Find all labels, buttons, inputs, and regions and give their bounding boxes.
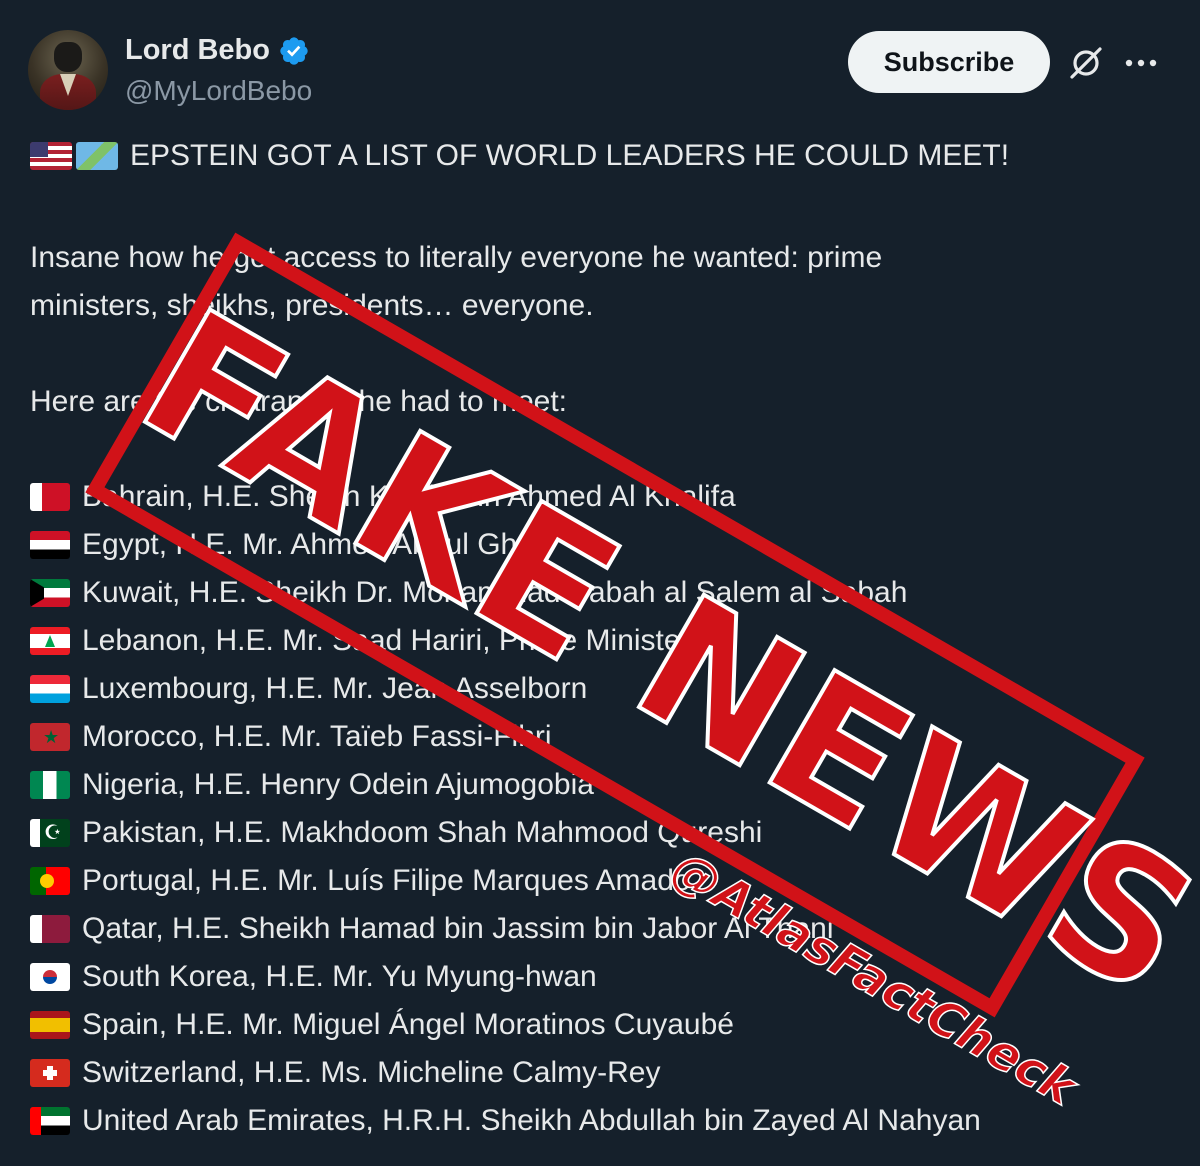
list-item: Egypt, H.E. Mr. Ahmed Aboul Gheit xyxy=(30,521,981,569)
list-item: Bahrain, H.E. Sheikh Khalid bin Ahmed Al… xyxy=(30,473,981,521)
post-paragraph-2: Here are the clearances he had to meet: xyxy=(30,385,567,418)
luxembourg-flag-icon xyxy=(30,675,70,703)
post-paragraph-1-line-2: ministers, sheikhs, presidents… everyone… xyxy=(30,289,594,322)
egypt-flag-icon xyxy=(30,531,70,559)
morocco-flag-icon xyxy=(30,723,70,751)
list-item-text: Nigeria, H.E. Henry Odein Ajumogobia xyxy=(82,768,594,801)
author-display-name[interactable]: Lord Bebo xyxy=(125,34,270,67)
avatar-head xyxy=(54,42,82,72)
list-item-text: Kuwait, H.E. Sheikh Dr. Mohammad Sabah a… xyxy=(82,576,908,609)
south-korea-flag-icon xyxy=(30,963,70,991)
list-item-text: Luxembourg, H.E. Mr. Jean Asselborn xyxy=(82,672,588,705)
list-item-text: Egypt, H.E. Mr. Ahmed Aboul Gheit xyxy=(82,528,549,561)
list-item-text: Switzerland, H.E. Ms. Micheline Calmy-Re… xyxy=(82,1056,661,1089)
list-item: United Arab Emirates, H.R.H. Sheikh Abdu… xyxy=(30,1097,981,1145)
nigeria-flag-icon xyxy=(30,771,70,799)
qatar-flag-icon xyxy=(30,915,70,943)
more-icon[interactable] xyxy=(1124,58,1158,68)
verified-badge-icon xyxy=(280,37,308,65)
list-item: Pakistan, H.E. Makhdoom Shah Mahmood Qur… xyxy=(30,809,981,857)
list-item-text: Morocco, H.E. Mr. Taïeb Fassi-Fihri xyxy=(82,720,552,753)
switzerland-flag-icon xyxy=(30,1059,70,1087)
bahrain-flag-icon xyxy=(30,483,70,511)
list-item-text: Portugal, H.E. Mr. Luís Filipe Marques A… xyxy=(82,864,691,897)
pakistan-flag-icon xyxy=(30,819,70,847)
list-item-text: South Korea, H.E. Mr. Yu Myung-hwan xyxy=(82,960,597,993)
avatar[interactable] xyxy=(28,30,108,110)
list-item: Portugal, H.E. Mr. Luís Filipe Marques A… xyxy=(30,857,981,905)
post-paragraph-1-line-1: Insane how he got access to literally ev… xyxy=(30,241,883,274)
world-map-icon xyxy=(76,142,118,170)
list-item: Kuwait, H.E. Sheikh Dr. Mohammad Sabah a… xyxy=(30,569,981,617)
list-item: Morocco, H.E. Mr. Taïeb Fassi-Fihri xyxy=(30,713,981,761)
list-item-text: Spain, H.E. Mr. Miguel Ángel Moratinos C… xyxy=(82,1008,734,1041)
kuwait-flag-icon xyxy=(30,579,70,607)
subscribe-button[interactable]: Subscribe xyxy=(848,31,1050,93)
lebanon-flag-icon xyxy=(30,627,70,655)
list-item-text: United Arab Emirates, H.R.H. Sheikh Abdu… xyxy=(82,1104,981,1137)
headline-text: EPSTEIN GOT A LIST OF WORLD LEADERS HE C… xyxy=(130,139,1010,172)
author-handle[interactable]: @MyLordBebo xyxy=(125,75,312,107)
list-item: Lebanon, H.E. Mr. Saad Hariri, Prime Min… xyxy=(30,617,981,665)
post-headline: EPSTEIN GOT A LIST OF WORLD LEADERS HE C… xyxy=(30,139,1009,173)
spain-flag-icon xyxy=(30,1011,70,1039)
list-item-text: Pakistan, H.E. Makhdoom Shah Mahmood Qur… xyxy=(82,816,763,849)
portugal-flag-icon xyxy=(30,867,70,895)
country-list: Bahrain, H.E. Sheikh Khalid bin Ahmed Al… xyxy=(30,473,981,1145)
list-item: Spain, H.E. Mr. Miguel Ángel Moratinos C… xyxy=(30,1001,981,1049)
list-item-text: Lebanon, H.E. Mr. Saad Hariri, Prime Min… xyxy=(82,624,691,657)
list-item: Luxembourg, H.E. Mr. Jean Asselborn xyxy=(30,665,981,713)
tweet-card: Lord Bebo @MyLordBebo Subscribe EPSTEIN … xyxy=(0,0,1200,1166)
grok-icon[interactable] xyxy=(1066,43,1106,83)
list-item: Nigeria, H.E. Henry Odein Ajumogobia xyxy=(30,761,981,809)
uae-flag-icon xyxy=(30,1107,70,1135)
list-item-text: Bahrain, H.E. Sheikh Khalid bin Ahmed Al… xyxy=(82,480,736,513)
us-flag-icon xyxy=(30,142,72,170)
list-item: Switzerland, H.E. Ms. Micheline Calmy-Re… xyxy=(30,1049,981,1097)
